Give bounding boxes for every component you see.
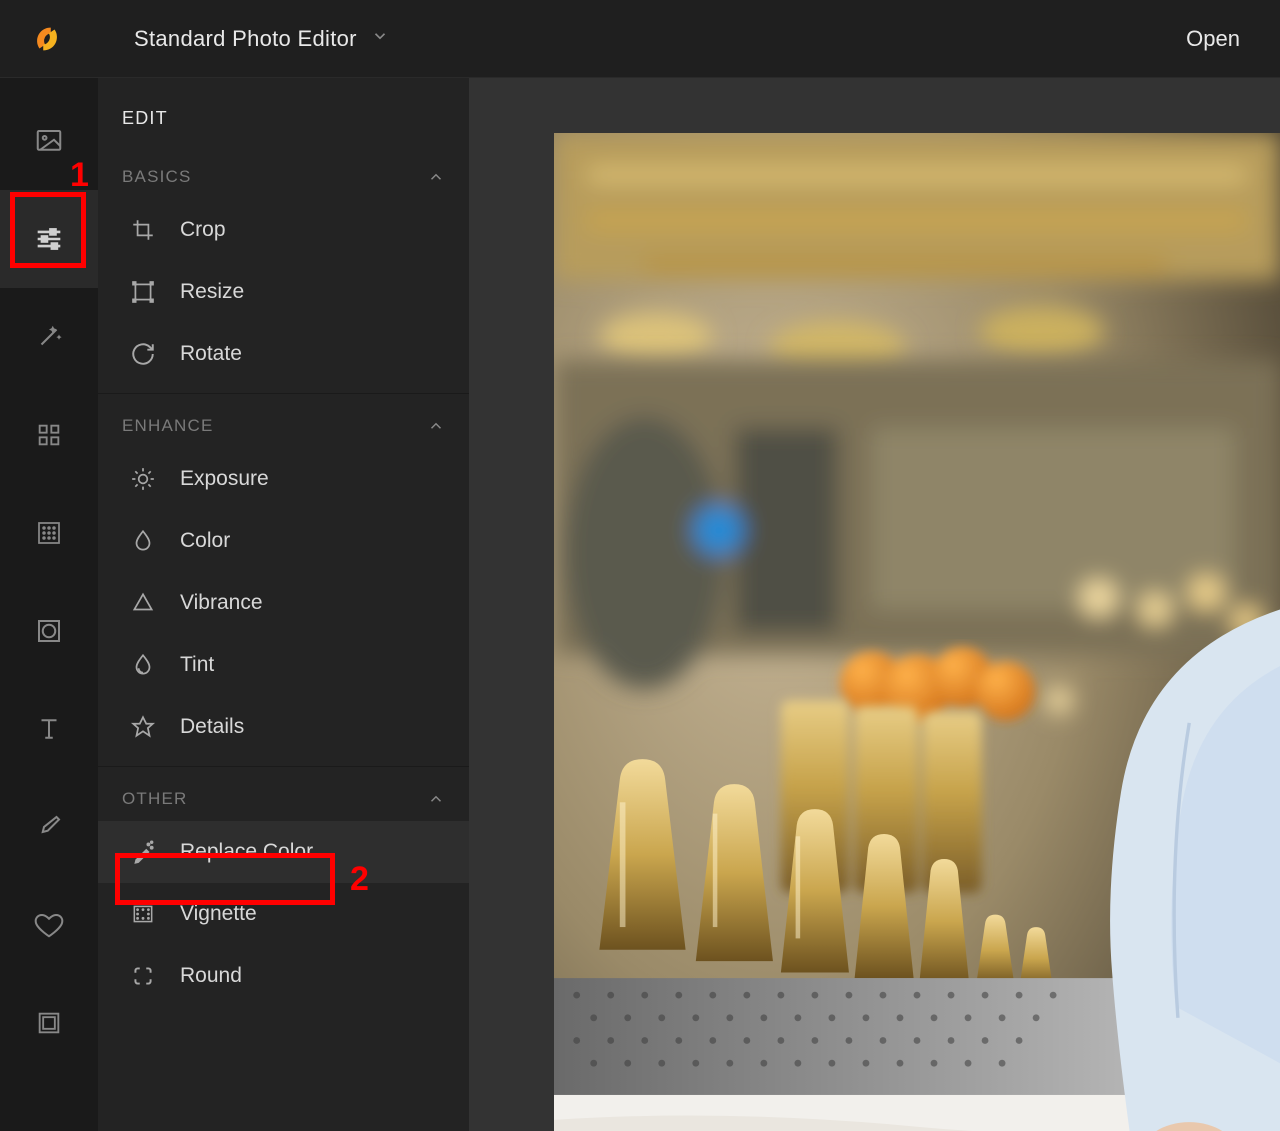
topbar: Standard Photo Editor Open [0, 0, 1280, 78]
chevron-up-icon [427, 790, 445, 808]
rail-item-image[interactable] [0, 92, 98, 190]
heart-icon [34, 910, 64, 940]
section-header-label: BASICS [122, 167, 192, 187]
text-tool-icon [34, 714, 64, 744]
main: EDIT BASICS Crop Resize Rotate ENHANCE E… [0, 78, 1280, 1131]
canvas[interactable] [469, 78, 1280, 1131]
replace-color-icon [128, 837, 158, 867]
rotate-icon [128, 339, 158, 369]
section-header-other[interactable]: OTHER [98, 775, 469, 821]
separator [98, 393, 469, 394]
exposure-icon [128, 464, 158, 494]
photo-preview [554, 133, 1280, 1131]
tool-replace-color[interactable]: Replace Color [98, 821, 469, 883]
tool-color[interactable]: Color [98, 510, 469, 572]
open-button[interactable]: Open [1186, 26, 1240, 52]
tool-label: Color [180, 529, 230, 553]
section-header-label: ENHANCE [122, 416, 214, 436]
rail-item-layers-frame[interactable] [0, 974, 98, 1072]
tool-details[interactable]: Details [98, 696, 469, 758]
mode-selector[interactable]: Standard Photo Editor [88, 26, 389, 52]
section-header-enhance[interactable]: ENHANCE [98, 402, 469, 448]
tool-label: Round [180, 964, 242, 988]
vibrance-icon [128, 588, 158, 618]
tool-rail [0, 78, 98, 1131]
grid-apps-icon [35, 421, 63, 449]
tool-label: Details [180, 715, 244, 739]
tool-label: Tint [180, 653, 214, 677]
tool-label: Exposure [180, 467, 269, 491]
tool-rotate[interactable]: Rotate [98, 323, 469, 385]
crop-icon [128, 215, 158, 245]
tool-label: Resize [180, 280, 244, 304]
tool-label: Rotate [180, 342, 242, 366]
app-logo [30, 22, 64, 56]
rail-item-frame-shape[interactable] [0, 582, 98, 680]
tool-resize[interactable]: Resize [98, 261, 469, 323]
separator [98, 766, 469, 767]
tool-label: Crop [180, 218, 226, 242]
round-corners-icon [128, 961, 158, 991]
layers-frame-icon [35, 1009, 63, 1037]
rail-item-adjust[interactable] [0, 190, 98, 288]
details-icon [128, 712, 158, 742]
brush-icon [34, 812, 64, 842]
vignette-icon [128, 899, 158, 929]
tint-icon [128, 650, 158, 680]
edit-panel: EDIT BASICS Crop Resize Rotate ENHANCE E… [98, 78, 469, 1131]
color-drop-icon [128, 526, 158, 556]
adjust-sliders-icon [32, 222, 66, 256]
rail-item-heart[interactable] [0, 876, 98, 974]
rail-item-texture[interactable] [0, 484, 98, 582]
tool-crop[interactable]: Crop [98, 199, 469, 261]
panel-title: EDIT [98, 78, 469, 153]
image-icon [34, 126, 64, 156]
rail-item-text[interactable] [0, 680, 98, 778]
rail-item-grid[interactable] [0, 386, 98, 484]
chevron-down-icon [371, 27, 389, 50]
tool-label: Replace Color [180, 840, 313, 864]
topbar-left: Standard Photo Editor [30, 22, 389, 56]
mode-selector-label: Standard Photo Editor [134, 26, 357, 52]
resize-icon [128, 277, 158, 307]
tool-round[interactable]: Round [98, 945, 469, 1007]
section-header-label: OTHER [122, 789, 188, 809]
chevron-up-icon [427, 168, 445, 186]
tool-vignette[interactable]: Vignette [98, 883, 469, 945]
chevron-up-icon [427, 417, 445, 435]
magic-wand-icon [34, 322, 64, 352]
frame-shape-icon [34, 616, 64, 646]
section-header-basics[interactable]: BASICS [98, 153, 469, 199]
texture-icon [34, 518, 64, 548]
rail-item-magic[interactable] [0, 288, 98, 386]
tool-label: Vibrance [180, 591, 263, 615]
tool-tint[interactable]: Tint [98, 634, 469, 696]
tool-label: Vignette [180, 902, 257, 926]
tool-vibrance[interactable]: Vibrance [98, 572, 469, 634]
tool-exposure[interactable]: Exposure [98, 448, 469, 510]
rail-item-brush[interactable] [0, 778, 98, 876]
